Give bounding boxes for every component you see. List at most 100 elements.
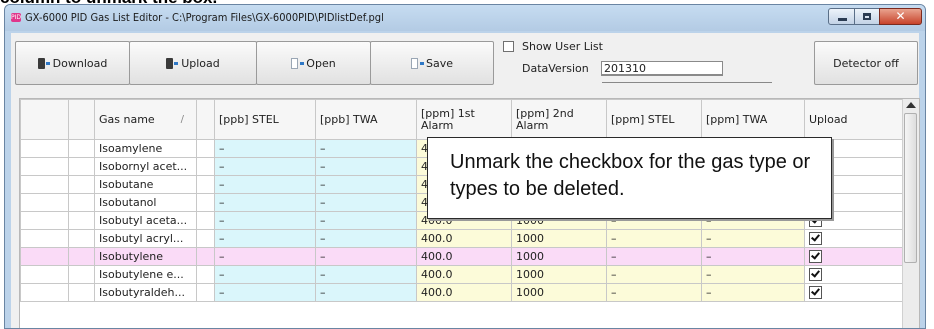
ppb-stel-cell[interactable]: –	[214, 211, 316, 230]
ppb-twa-cell[interactable]: –	[315, 157, 417, 176]
ppb-stel-cell[interactable]: –	[214, 283, 316, 302]
ppb-stel-cell[interactable]: –	[214, 229, 316, 248]
row-indicator-cell[interactable]	[68, 229, 95, 248]
minimize-button[interactable]	[828, 8, 855, 25]
row-spacer-cell[interactable]	[196, 229, 215, 248]
row-spacer-cell[interactable]	[196, 157, 215, 176]
row-indicator-cell[interactable]	[68, 157, 95, 176]
row-indicator-cell[interactable]	[68, 139, 95, 158]
ppb-twa-cell[interactable]: –	[315, 193, 417, 212]
show-user-list-checkbox[interactable]	[503, 41, 514, 52]
ppb-twa-cell[interactable]: –	[315, 283, 417, 302]
row-header-cell[interactable]	[20, 139, 69, 158]
ppb-stel-cell[interactable]: –	[214, 265, 316, 284]
scrollbar-thumb[interactable]	[904, 113, 917, 263]
second-alarm-cell[interactable]: 1000	[511, 265, 607, 284]
ppm-twa-cell[interactable]: –	[701, 265, 805, 284]
ppm-stel-cell[interactable]: –	[606, 247, 702, 266]
upload-button[interactable]: Upload	[129, 41, 257, 85]
gas-name-cell[interactable]: Isobutylene e...	[94, 265, 197, 284]
row-indicator-cell[interactable]	[68, 283, 95, 302]
maximize-button[interactable]	[854, 8, 880, 25]
table-row[interactable]: Isobutyraldeh... – –400.0 1000– –	[20, 283, 906, 302]
second-alarm-cell[interactable]: 1000	[511, 283, 607, 302]
table-row[interactable]: Isobutyl acryl... – –400.0 1000– –	[20, 229, 906, 248]
column-header-first-alarm[interactable]: [ppm] 1st Alarm	[416, 99, 512, 140]
row-spacer-cell[interactable]	[196, 247, 215, 266]
row-header-cell[interactable]	[20, 247, 69, 266]
ppb-twa-cell[interactable]: –	[315, 139, 417, 158]
column-header-gas-name[interactable]: Gas name /	[94, 99, 197, 140]
download-button[interactable]: Download	[15, 41, 130, 85]
row-spacer-cell[interactable]	[196, 175, 215, 194]
row-header-cell[interactable]	[20, 265, 69, 284]
column-header-ppb-stel[interactable]: [ppb] STEL	[214, 99, 316, 140]
second-alarm-cell[interactable]: 1000	[511, 229, 607, 248]
row-spacer-cell[interactable]	[196, 265, 215, 284]
row-header-cell[interactable]	[20, 193, 69, 212]
column-header-ppm-twa[interactable]: [ppm] TWA	[701, 99, 805, 140]
first-alarm-cell[interactable]: 400.0	[416, 283, 512, 302]
gas-name-cell[interactable]: Isobutanol	[94, 193, 197, 212]
ppm-twa-cell[interactable]: –	[701, 283, 805, 302]
column-header-second-alarm[interactable]: [ppm] 2nd Alarm	[511, 99, 607, 140]
gas-name-cell[interactable]: Isobutyl acryl...	[94, 229, 197, 248]
save-button[interactable]: Save	[370, 41, 494, 85]
upload-checkbox[interactable]	[809, 286, 822, 300]
column-header-indicator[interactable]	[68, 99, 95, 140]
row-header-cell[interactable]	[20, 229, 69, 248]
row-spacer-cell[interactable]	[196, 139, 215, 158]
row-spacer-cell[interactable]	[196, 211, 215, 230]
gas-name-cell[interactable]: Isoamylene	[94, 139, 197, 158]
row-indicator-cell[interactable]	[68, 211, 95, 230]
ppm-stel-cell[interactable]: –	[606, 229, 702, 248]
upload-checkbox[interactable]	[809, 268, 822, 282]
ppb-stel-cell[interactable]: –	[214, 247, 316, 266]
row-header-cell[interactable]	[20, 175, 69, 194]
open-button[interactable]: Open	[256, 41, 371, 85]
upload-checkbox[interactable]	[809, 250, 822, 264]
column-header-ppm-stel[interactable]: [ppm] STEL	[606, 99, 702, 140]
vertical-scrollbar[interactable]	[902, 99, 919, 328]
close-button[interactable]: ✕	[879, 8, 922, 25]
ppb-stel-cell[interactable]: –	[214, 193, 316, 212]
ppb-twa-cell[interactable]: –	[315, 247, 417, 266]
gas-name-cell[interactable]: Isobutyraldeh...	[94, 283, 197, 302]
data-version-field[interactable]: 201310	[601, 61, 723, 76]
row-indicator-cell[interactable]	[68, 193, 95, 212]
column-header-blank[interactable]	[20, 99, 69, 140]
table-row[interactable]: Isobutylene e... – –400.0 1000– –	[20, 265, 906, 284]
ppb-twa-cell[interactable]: –	[315, 175, 417, 194]
gas-name-cell[interactable]: Isobutane	[94, 175, 197, 194]
row-spacer-cell[interactable]	[196, 283, 215, 302]
ppb-twa-cell[interactable]: –	[315, 265, 417, 284]
row-indicator-cell[interactable]	[68, 247, 95, 266]
scroll-up-icon[interactable]	[906, 102, 916, 108]
row-header-cell[interactable]	[20, 283, 69, 302]
detector-off-button[interactable]: Detector off	[814, 41, 918, 85]
table-row[interactable]: Isobutylene – –400.0 1000– –	[20, 247, 906, 266]
ppb-stel-cell[interactable]: –	[214, 139, 316, 158]
ppb-twa-cell[interactable]: –	[315, 229, 417, 248]
first-alarm-cell[interactable]: 400.0	[416, 229, 512, 248]
first-alarm-cell[interactable]: 400.0	[416, 265, 512, 284]
title-bar[interactable]: PID GX-6000 PID Gas List Editor - C:\Pro…	[5, 5, 925, 31]
upload-checkbox[interactable]	[809, 232, 822, 246]
ppb-stel-cell[interactable]: –	[214, 157, 316, 176]
ppb-twa-cell[interactable]: –	[315, 211, 417, 230]
row-header-cell[interactable]	[20, 157, 69, 176]
row-header-cell[interactable]	[20, 211, 69, 230]
column-header-spacer[interactable]	[196, 99, 215, 140]
column-header-upload[interactable]: Upload	[804, 99, 906, 140]
second-alarm-cell[interactable]: 1000	[511, 247, 607, 266]
row-indicator-cell[interactable]	[68, 265, 95, 284]
gas-name-cell[interactable]: Isobornyl acet...	[94, 157, 197, 176]
ppm-twa-cell[interactable]: –	[701, 229, 805, 248]
row-spacer-cell[interactable]	[196, 193, 215, 212]
ppm-twa-cell[interactable]: –	[701, 247, 805, 266]
column-header-ppb-twa[interactable]: [ppb] TWA	[315, 99, 417, 140]
first-alarm-cell[interactable]: 400.0	[416, 247, 512, 266]
ppm-stel-cell[interactable]: –	[606, 265, 702, 284]
ppm-stel-cell[interactable]: –	[606, 283, 702, 302]
row-indicator-cell[interactable]	[68, 175, 95, 194]
